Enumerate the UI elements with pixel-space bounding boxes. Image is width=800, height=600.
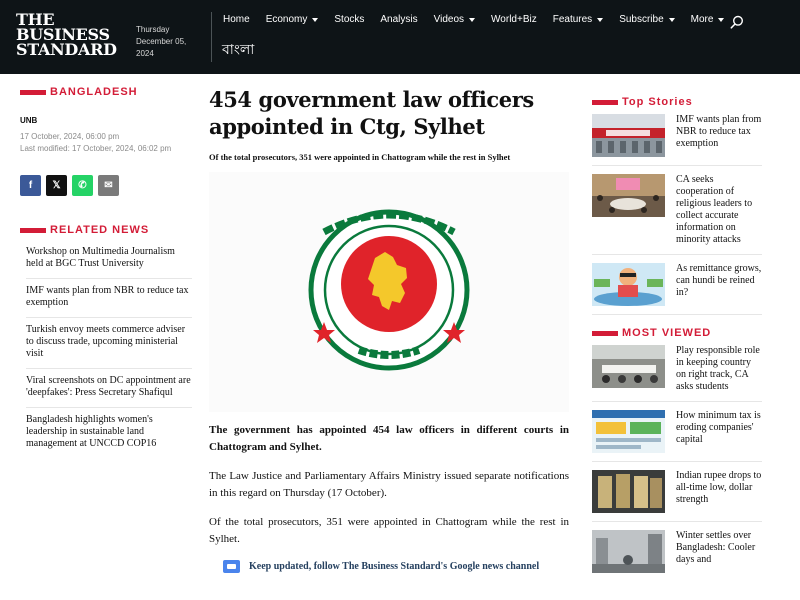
modified-date: Last modified: 17 October, 2024, 06:02 p… <box>20 144 172 153</box>
most-viewed-heading: MOST VIEWED <box>592 327 762 339</box>
nav-label: World+Biz <box>491 14 537 25</box>
chevron-down-icon <box>597 17 604 22</box>
header-divider <box>211 12 212 62</box>
top-story-item[interactable]: As remittance grows, can hundi be reined… <box>592 255 762 315</box>
section-bar <box>592 99 618 105</box>
right-sidebar: Top Stories IMF wants plan from NBR to r… <box>592 96 762 581</box>
related-news-label: RELATED NEWS <box>50 224 150 236</box>
article-meta-sidebar: BANGLADESH UNB 17 October, 2024, 06:00 p… <box>20 86 192 458</box>
meeting-photo <box>592 174 665 217</box>
nav-label: Features <box>552 14 593 25</box>
author-name[interactable]: UNB <box>20 116 192 125</box>
nav-home[interactable]: Home <box>223 14 250 25</box>
whatsapp-icon: ✆ <box>78 180 87 191</box>
nav-label: Stocks <box>334 14 365 25</box>
top-story-item[interactable]: IMF wants plan from NBR to reduce tax ex… <box>592 108 762 166</box>
section-bar <box>20 89 46 95</box>
share-buttons: f 𝕏 ✆ ✉ <box>20 175 192 196</box>
date-year: 2024 <box>136 49 154 58</box>
x-share-button[interactable]: 𝕏 <box>46 175 67 196</box>
email-icon: ✉ <box>104 180 113 191</box>
site-logo[interactable]: THE BUSINESS STANDARD <box>16 12 117 59</box>
article-featured-image <box>209 172 569 412</box>
article-lead: The government has appointed 454 law off… <box>209 424 569 453</box>
google-news-icon <box>223 560 240 573</box>
main-nav: Home Economy Stocks Analysis Videos Worl… <box>223 14 740 25</box>
chevron-down-icon <box>718 17 725 22</box>
top-stories-label: Top Stories <box>622 96 693 108</box>
chevron-down-icon <box>668 17 675 22</box>
currency-photo <box>592 470 665 513</box>
nav-videos[interactable]: Videos <box>433 14 476 25</box>
nav-label: Analysis <box>380 14 418 25</box>
section-label[interactable]: BANGLADESH <box>20 86 192 98</box>
facebook-icon: f <box>28 180 33 191</box>
related-news-item[interactable]: IMF wants plan from NBR to reduce tax ex… <box>26 279 192 318</box>
facebook-share-button[interactable]: f <box>20 175 41 196</box>
related-news-item[interactable]: Workshop on Multimedia Journalism held a… <box>26 240 192 279</box>
date-weekday: Thursday <box>136 25 170 34</box>
story-title: As remittance grows, can hundi be reined… <box>676 263 762 298</box>
most-viewed-item[interactable]: Winter settles over Bangladesh: Cooler d… <box>592 522 762 581</box>
story-title: IMF wants plan from NBR to reduce tax ex… <box>676 114 762 149</box>
article-subheadline: Of the total prosecutors, 351 were appoi… <box>209 152 511 162</box>
chevron-down-icon <box>469 17 476 22</box>
section-bar <box>592 330 618 336</box>
nav-subscribe[interactable]: Subscribe <box>619 14 675 25</box>
related-news-item[interactable]: Viral screenshots on DC appointment are … <box>26 369 192 408</box>
search-icon[interactable] <box>730 15 744 29</box>
bangla-edition-link[interactable]: বাংলা <box>222 38 254 62</box>
related-news-item[interactable]: Bangladesh highlights women's leadership… <box>26 408 192 458</box>
government-emblem-icon <box>209 172 569 412</box>
article-paragraph: Of the total prosecutors, 351 were appoi… <box>209 516 569 545</box>
chevron-down-icon <box>312 17 319 22</box>
email-share-button[interactable]: ✉ <box>98 175 119 196</box>
most-viewed-item[interactable]: How minimum tax is eroding companies' ca… <box>592 402 762 462</box>
nav-world-biz[interactable]: World+Biz <box>491 14 537 25</box>
top-story-item[interactable]: CA seeks cooperation of religious leader… <box>592 166 762 255</box>
google-news-follow-link[interactable]: Keep updated, follow The Business Standa… <box>223 560 569 573</box>
nav-label: Economy <box>265 14 308 25</box>
publish-time: 17 October, 2024, 06:00 pm Last modified… <box>20 131 192 155</box>
street-photo <box>592 530 665 573</box>
related-news-list: Workshop on Multimedia Journalism held a… <box>26 240 192 458</box>
logo-line-3: STANDARD <box>16 40 117 59</box>
infographic <box>592 410 665 453</box>
nav-more[interactable]: More <box>691 14 725 25</box>
nav-economy[interactable]: Economy <box>266 14 319 25</box>
building-photo <box>592 114 665 157</box>
nav-label: Home <box>223 14 250 25</box>
nav-label: More <box>690 14 714 25</box>
section-bar <box>20 227 46 233</box>
story-title: Play responsible role in keeping country… <box>676 345 760 392</box>
google-news-text: Keep updated, follow The Business Standa… <box>249 561 540 572</box>
nav-stocks[interactable]: Stocks <box>334 14 364 25</box>
nav-analysis[interactable]: Analysis <box>380 14 417 25</box>
article-headline: 454 government law officers appointed in… <box>209 87 534 139</box>
related-news-item[interactable]: Turkish envoy meets commerce adviser to … <box>26 318 192 369</box>
header-date: Thursday December 05, 2024 <box>136 24 200 60</box>
x-icon: 𝕏 <box>52 180 61 191</box>
most-viewed-item[interactable]: Play responsible role in keeping country… <box>592 339 762 402</box>
published-date: 17 October, 2024, 06:00 pm <box>20 132 120 141</box>
section-name: BANGLADESH <box>50 86 138 98</box>
meeting-photo <box>592 345 665 388</box>
related-news-heading: RELATED NEWS <box>20 224 192 236</box>
cartoon-illustration <box>592 263 665 306</box>
nav-label: Subscribe <box>619 14 664 25</box>
nav-features[interactable]: Features <box>552 14 604 25</box>
site-header: THE BUSINESS STANDARD Thursday December … <box>0 0 800 74</box>
top-stories-heading: Top Stories <box>592 96 762 108</box>
most-viewed-item[interactable]: Indian rupee drops to all-time low, doll… <box>592 462 762 522</box>
article-paragraph: The Law Justice and Parliamentary Affair… <box>209 470 569 499</box>
story-title: How minimum tax is eroding companies' ca… <box>676 410 761 445</box>
whatsapp-share-button[interactable]: ✆ <box>72 175 93 196</box>
nav-label: Videos <box>433 14 465 25</box>
most-viewed-label: MOST VIEWED <box>622 327 712 339</box>
story-title: Winter settles over Bangladesh: Cooler d… <box>676 530 756 565</box>
article-body: 454 government law officers appointed in… <box>209 86 569 573</box>
date-month-day: December 05, <box>136 37 187 46</box>
story-title: CA seeks cooperation of religious leader… <box>676 174 753 245</box>
story-title: Indian rupee drops to all-time low, doll… <box>676 470 762 505</box>
